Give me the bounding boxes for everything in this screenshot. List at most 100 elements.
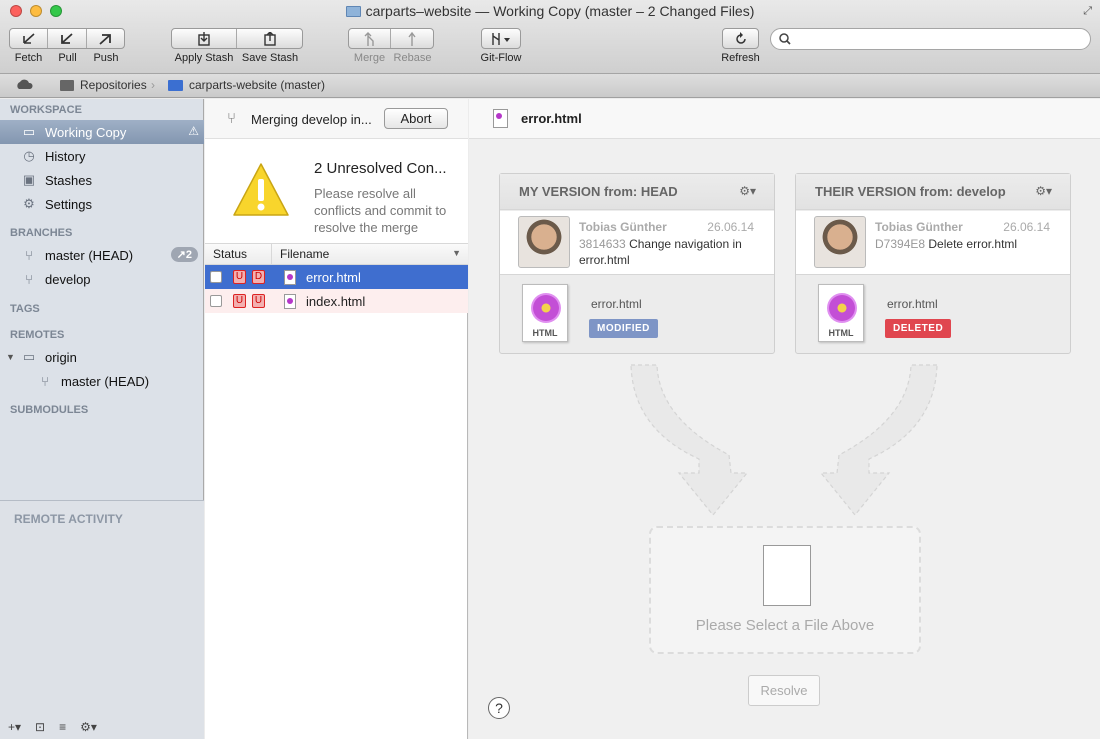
commit-message-wrap: D7394E8 Delete error.html: [875, 236, 1055, 252]
sidebar-item-label: develop: [45, 271, 91, 287]
status-badge: U: [233, 294, 246, 308]
breadcrumb-separator: ›: [151, 78, 155, 92]
remote-folder-icon: ▭: [22, 349, 36, 364]
apply-stash-label: Apply Stash: [174, 52, 234, 64]
save-stash-label: Save Stash: [241, 52, 299, 64]
my-version-card[interactable]: MY VERSION from: HEAD ⚙▾ Tobias Günther …: [499, 173, 775, 354]
gitflow-button[interactable]: [482, 29, 520, 48]
remote-activity-header: REMOTE ACTIVITY: [14, 512, 123, 526]
status-badge: U: [233, 270, 246, 284]
refresh-label: Refresh: [721, 52, 760, 64]
commit-hash: D7394E8: [875, 237, 926, 251]
avatar: [518, 216, 570, 268]
repositories-icon: [60, 79, 74, 91]
apply-stash-button[interactable]: [172, 29, 237, 48]
sidebar-item-remote-master[interactable]: ⑂ master (HEAD): [0, 369, 204, 393]
conflicts-title: 2 Unresolved Con...: [314, 160, 447, 177]
conflict-detail-panel: error.html MY VERSION from: HEAD ⚙▾ Tobi…: [469, 99, 1100, 739]
remote-activity-panel: REMOTE ACTIVITY +▾ ⊡ ≡ ⚙▾: [0, 500, 204, 739]
detail-filename: error.html: [521, 111, 582, 126]
gear-icon[interactable]: ⚙▾: [739, 184, 756, 198]
remotes-header: REMOTES: [10, 329, 65, 341]
file-row[interactable]: U D error.html: [205, 265, 468, 289]
sidebar-item-branch-master[interactable]: ⑂ master (HEAD) ↗2: [0, 243, 204, 267]
breadcrumb-current-label: carparts-website (master): [189, 78, 326, 92]
status-column-header[interactable]: Status: [213, 247, 247, 261]
file-name: index.html: [306, 293, 366, 309]
html-file-icon: [284, 293, 296, 309]
sidebar-item-label: origin: [45, 349, 77, 365]
branch-icon: ⑂: [25, 247, 33, 263]
detail-header: error.html: [469, 99, 1100, 139]
save-stash-button[interactable]: [237, 29, 302, 48]
stash-group: Apply Stash Save Stash: [171, 28, 303, 64]
conflicts-description: Please resolve all conflicts and commit …: [314, 186, 447, 235]
stash-icon: ▣: [22, 172, 36, 187]
pull-icon: [61, 32, 73, 44]
breadcrumb-repositories[interactable]: Repositories: [60, 78, 147, 92]
file-name: error.html: [306, 269, 361, 285]
fetch-button[interactable]: [10, 29, 49, 48]
merge-arrows-icon: [630, 364, 938, 516]
add-icon[interactable]: +▾: [8, 720, 21, 734]
conflict-info: 2 Unresolved Con... Please resolve all c…: [205, 139, 468, 243]
cloud-icon[interactable]: [15, 78, 33, 90]
sidebar-item-stashes[interactable]: ▣ Stashes: [0, 168, 204, 192]
workspace-header: WORKSPACE: [10, 104, 82, 116]
sidebar-item-working-copy[interactable]: ▭ Working Copy ⚠: [0, 120, 204, 144]
breadcrumb-current[interactable]: carparts-website (master): [168, 78, 325, 92]
tags-header: TAGS: [10, 303, 40, 315]
disclosure-triangle-icon[interactable]: ▼: [6, 352, 15, 362]
resolution-drop-zone[interactable]: Please Select a File Above: [649, 526, 921, 654]
merge-button[interactable]: [349, 29, 392, 48]
merge-icon: [364, 31, 374, 46]
sidebar-item-label: Stashes: [45, 172, 92, 188]
sidebar-item-branch-develop[interactable]: ⑂ develop: [0, 267, 204, 291]
fullscreen-icon[interactable]: ⤢: [1083, 5, 1092, 18]
commit-message: Delete error.html: [928, 237, 1018, 251]
search-icon: [779, 33, 791, 45]
abort-button[interactable]: Abort: [384, 108, 448, 129]
gear-icon[interactable]: ⚙▾: [1035, 184, 1052, 198]
search-input[interactable]: [770, 28, 1091, 50]
gitflow-label: Git-Flow: [480, 52, 522, 64]
stage-checkbox[interactable]: [210, 295, 222, 307]
show-panel-icon[interactable]: ⊡: [35, 720, 45, 734]
their-version-header: THEIR VERSION from: develop: [796, 174, 1070, 210]
resolve-button[interactable]: Resolve: [748, 675, 820, 706]
help-button[interactable]: ?: [488, 697, 510, 719]
rebase-label: Rebase: [393, 52, 432, 64]
list-icon[interactable]: ≡: [59, 720, 66, 734]
commit-date: 26.06.14: [707, 220, 754, 234]
commit-hash: 3814633: [579, 237, 626, 251]
stage-checkbox[interactable]: [210, 271, 222, 283]
sidebar-item-label: Working Copy: [45, 124, 127, 140]
sidebar-item-settings[interactable]: ⚙ Settings: [0, 192, 204, 216]
version-file-name: error.html: [591, 297, 642, 311]
window-title-wrap: carparts–website — Working Copy (master …: [0, 3, 1100, 19]
sort-icon[interactable]: ▼: [452, 248, 461, 258]
pull-label: Pull: [58, 52, 77, 64]
pull-button[interactable]: [48, 29, 87, 48]
file-row[interactable]: U U index.html: [205, 289, 468, 313]
merge-label: Merge: [353, 52, 386, 64]
submodules-header: SUBMODULES: [10, 404, 89, 416]
gitflow-group: Git-Flow: [481, 28, 525, 64]
push-label: Push: [93, 52, 119, 64]
gear-icon: ⚙: [23, 196, 35, 211]
blank-file-icon: [763, 545, 811, 606]
sidebar-item-remote-origin[interactable]: ▼ ▭ origin: [0, 345, 204, 369]
push-icon: [99, 33, 112, 45]
filename-column-header[interactable]: Filename: [280, 247, 329, 261]
refresh-button[interactable]: [723, 29, 758, 48]
breadcrumb-repositories-label: Repositories: [80, 78, 147, 92]
sidebar: WORKSPACE ▭ Working Copy ⚠ ◷ History ▣ S…: [0, 99, 204, 739]
file-list-header: Status Filename ▼: [205, 243, 468, 265]
gear-icon[interactable]: ⚙▾: [80, 720, 97, 734]
sidebar-item-history[interactable]: ◷ History: [0, 144, 204, 168]
push-button[interactable]: [87, 29, 124, 48]
deleted-badge: DELETED: [885, 319, 952, 338]
their-version-card[interactable]: THEIR VERSION from: develop ⚙▾ Tobias Gü…: [795, 173, 1071, 354]
rebase-button[interactable]: [391, 29, 433, 48]
folder-icon: ▭: [22, 124, 36, 139]
